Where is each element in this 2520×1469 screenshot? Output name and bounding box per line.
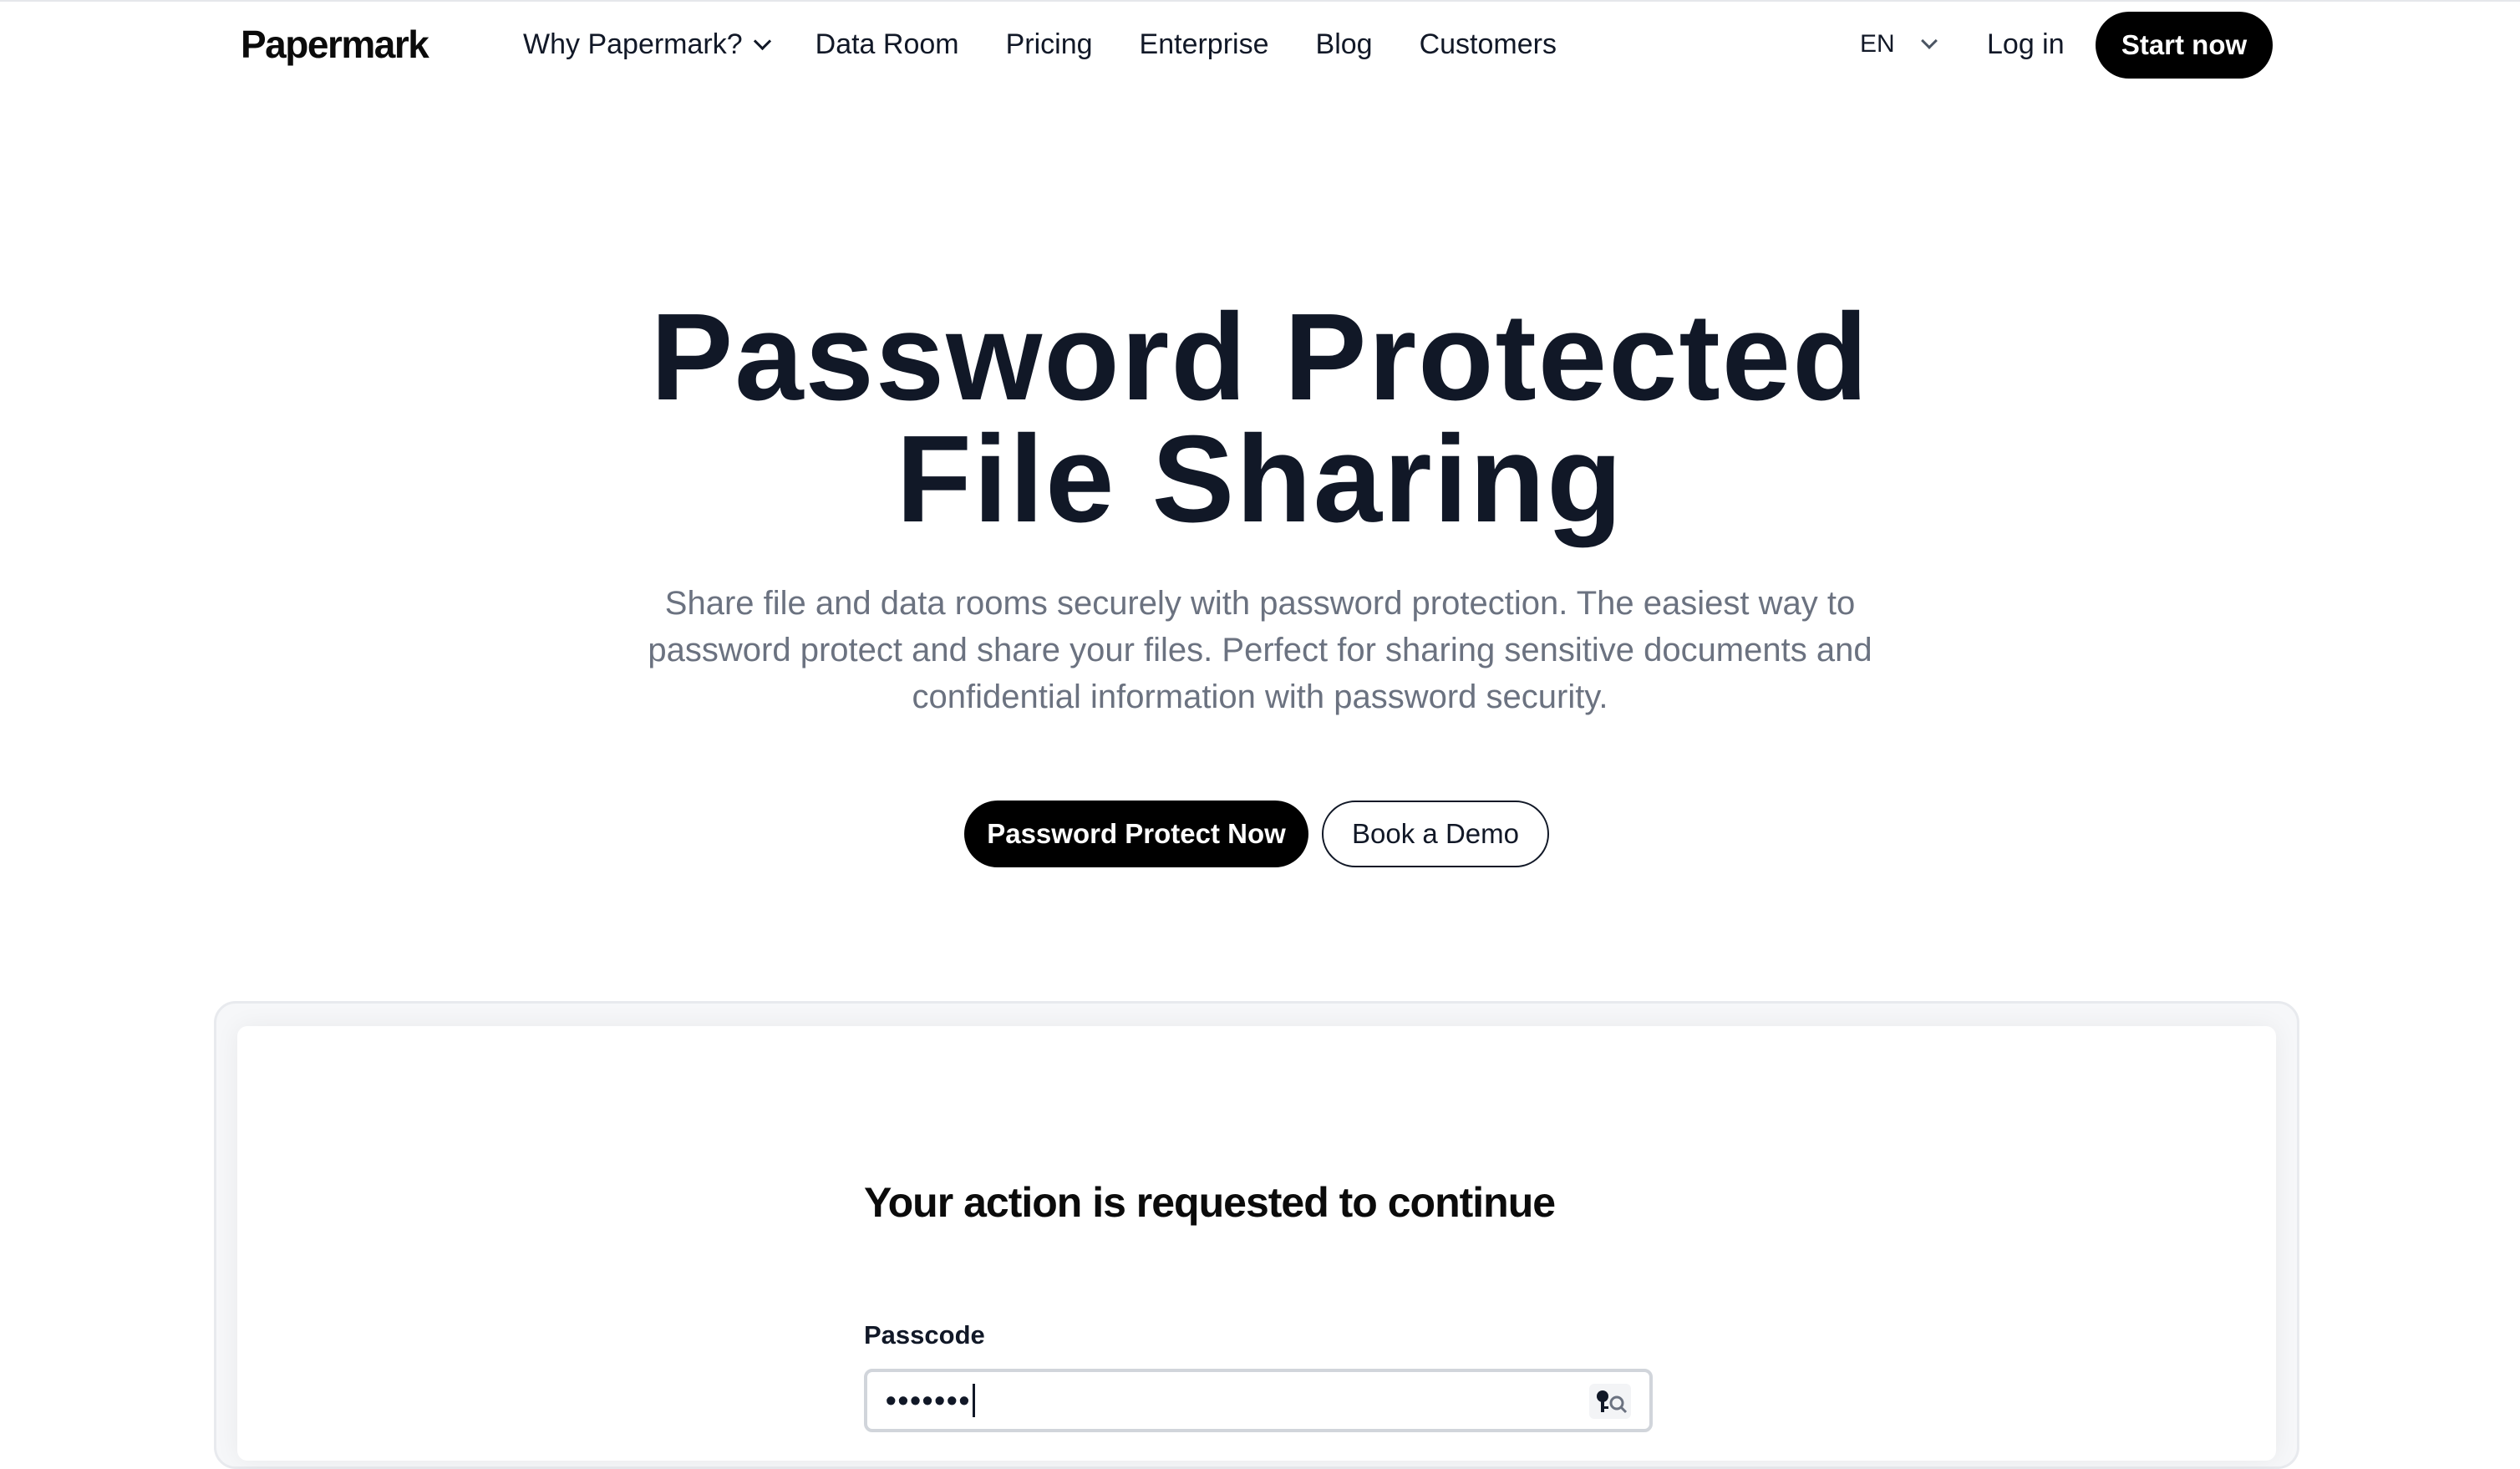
password-protect-now-button[interactable]: Password Protect Now (964, 801, 1308, 867)
nav-blog[interactable]: Blog (1316, 28, 1373, 61)
hero-title: Password Protected File Sharing (0, 288, 2520, 548)
logo[interactable]: Papermark (241, 22, 429, 67)
language-select[interactable]: EN (1860, 30, 1938, 58)
preview-title: Your action is requested to continue (864, 1179, 1556, 1226)
passcode-label: Passcode (864, 1320, 985, 1350)
nav-customers[interactable]: Customers (1420, 28, 1557, 61)
passcode-input[interactable]: ••••••• (864, 1369, 1653, 1432)
passcode-value: ••••••• (886, 1383, 972, 1417)
hero-title-line-1: Password Protected (650, 288, 1870, 426)
password-key-icon[interactable] (1589, 1384, 1631, 1419)
start-now-button[interactable]: Start now (2096, 12, 2273, 79)
hero-subtitle: Share file and data rooms securely with … (648, 585, 1872, 715)
nav-why-papermark-label: Why Papermark? (523, 28, 743, 60)
text-caret (973, 1384, 976, 1417)
login-link[interactable]: Log in (1987, 28, 2065, 61)
language-label: EN (1860, 30, 1895, 58)
nav-data-room[interactable]: Data Room (815, 28, 959, 61)
chevron-down-icon (753, 32, 771, 51)
nav-pricing[interactable]: Pricing (1006, 28, 1093, 61)
nav-links: Why Papermark? Data Room Pricing Enterpr… (523, 28, 1603, 61)
navbar: Papermark Why Papermark? Data Room Prici… (0, 0, 2520, 92)
chevron-down-icon (1920, 33, 1938, 49)
hero-title-line-2: File Sharing (896, 410, 1624, 548)
book-demo-button[interactable]: Book a Demo (1322, 801, 1549, 867)
nav-why-papermark[interactable]: Why Papermark? (523, 28, 771, 61)
cta-row: Password Protect Now Book a Demo (964, 801, 1549, 867)
nav-enterprise[interactable]: Enterprise (1140, 28, 1269, 61)
